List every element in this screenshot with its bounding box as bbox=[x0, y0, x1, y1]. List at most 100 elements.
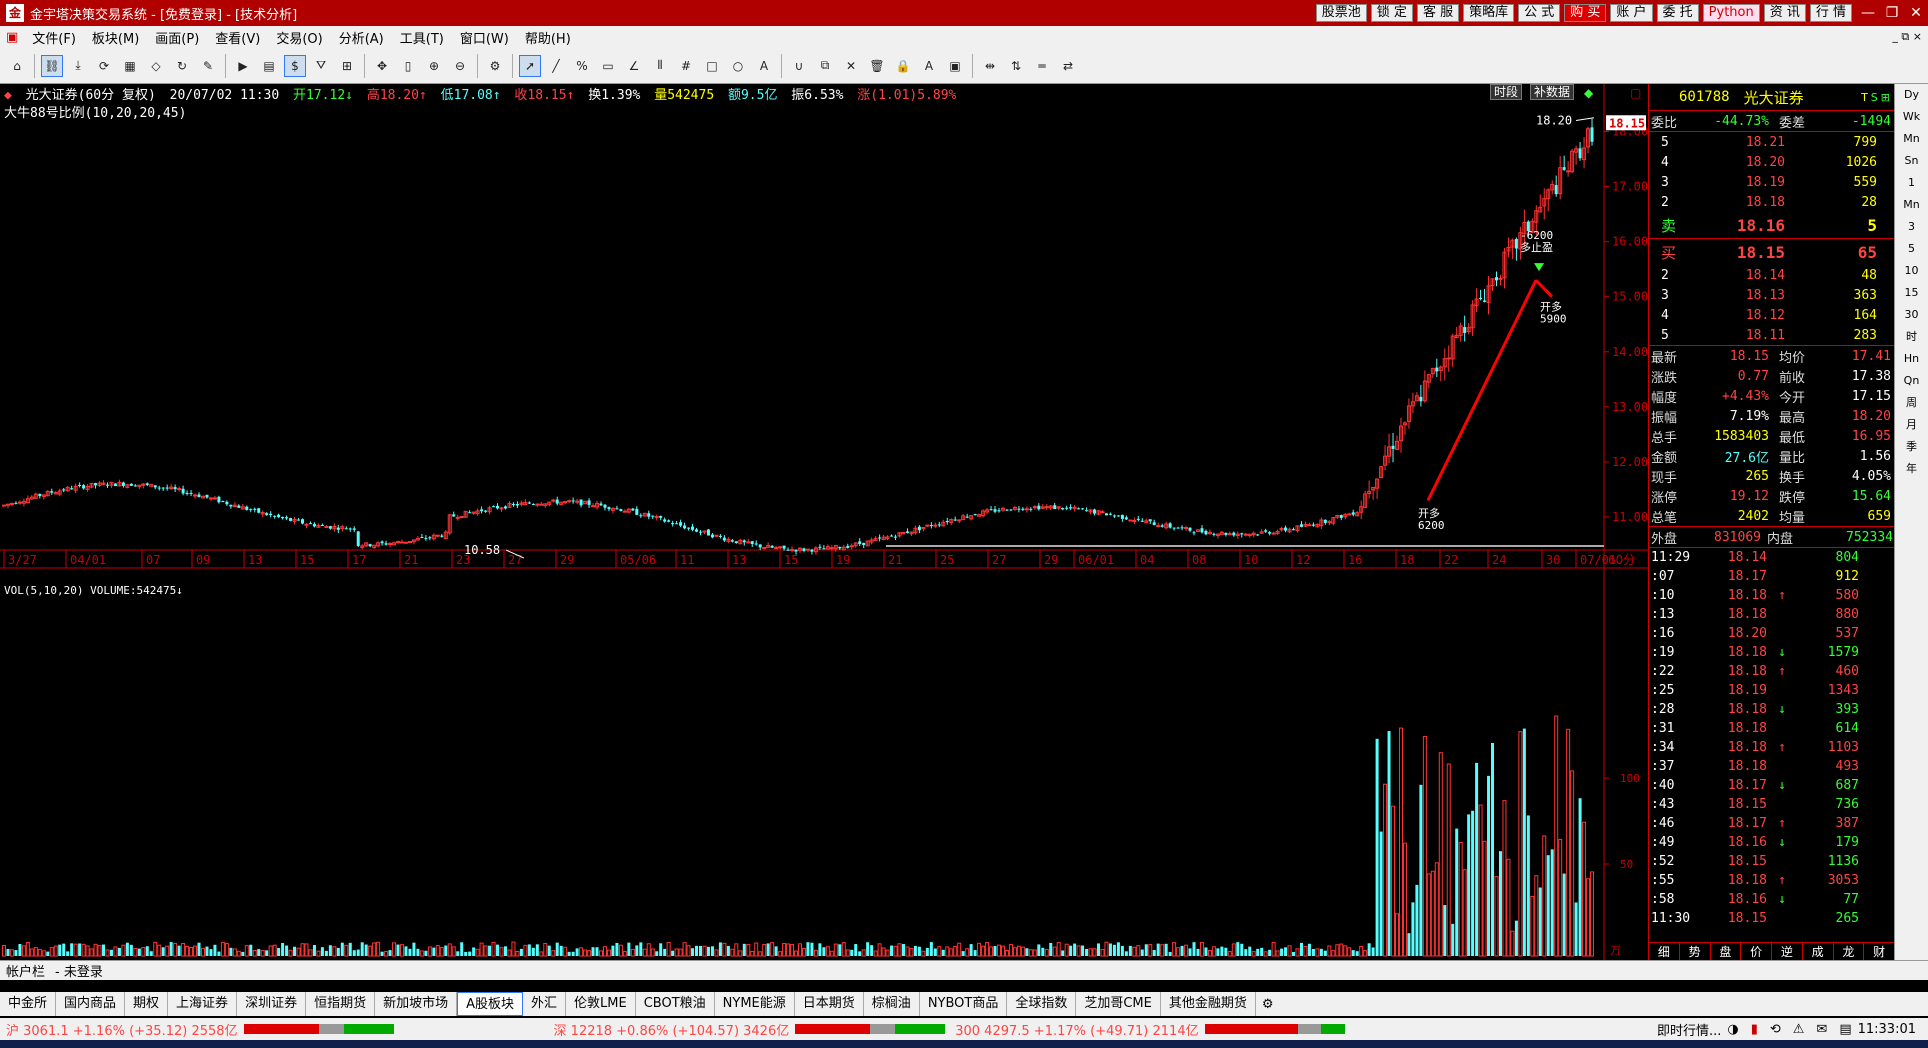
market-tab[interactable]: 棕榈油 bbox=[864, 992, 920, 1016]
period-button[interactable]: Hn bbox=[1895, 348, 1928, 370]
tick-row[interactable]: :10 18.18 ↑ 580 bbox=[1649, 586, 1894, 605]
menu-item[interactable]: 工具(T) bbox=[392, 28, 452, 47]
quote-tab[interactable]: 成 bbox=[1803, 943, 1834, 960]
title-button[interactable]: 委 托 bbox=[1656, 4, 1699, 22]
save-icon[interactable]: ▣ bbox=[944, 55, 966, 77]
menu-item[interactable]: 分析(A) bbox=[331, 28, 392, 47]
tick-row[interactable]: :37 18.18 493 bbox=[1649, 757, 1894, 776]
quote-tab[interactable]: 龙 bbox=[1834, 943, 1865, 960]
menu-item[interactable]: 查看(V) bbox=[207, 28, 268, 47]
download-icon[interactable]: ⤓ bbox=[67, 55, 89, 77]
market-tab[interactable]: NYME能源 bbox=[715, 992, 795, 1016]
market-tab[interactable]: NYBOT商品 bbox=[920, 992, 1008, 1016]
tick-row[interactable]: :52 18.15 1136 bbox=[1649, 852, 1894, 871]
period-button[interactable]: 年 bbox=[1895, 458, 1928, 480]
period-button[interactable]: 5 bbox=[1895, 238, 1928, 260]
link-icon[interactable]: ⛓ bbox=[41, 54, 63, 77]
market-tab[interactable]: 期权 bbox=[125, 992, 169, 1016]
title-button[interactable]: 购 买 bbox=[1564, 4, 1607, 22]
tick-row[interactable]: :28 18.18 ↓ 393 bbox=[1649, 700, 1894, 719]
copy-icon[interactable]: ⧉ bbox=[814, 55, 836, 77]
tick-row[interactable]: :46 18.17 ↑ 387 bbox=[1649, 814, 1894, 833]
market-tab[interactable]: 伦敦LME bbox=[566, 992, 636, 1016]
reverse-icon[interactable]: ⇄ bbox=[1057, 55, 1079, 77]
text-icon[interactable]: A bbox=[753, 55, 775, 77]
cursor-icon[interactable]: ➚ bbox=[519, 54, 541, 77]
title-button[interactable]: 行 情 bbox=[1809, 4, 1852, 22]
font-color-icon[interactable]: A bbox=[918, 55, 940, 77]
account-label[interactable]: 帐户栏 bbox=[6, 961, 45, 980]
tick-row[interactable]: :31 18.18 614 bbox=[1649, 719, 1894, 738]
level-icon[interactable]: ═ bbox=[1031, 55, 1053, 77]
tick-row[interactable]: :40 18.17 ↓ 687 bbox=[1649, 776, 1894, 795]
period-button[interactable]: 季 bbox=[1895, 436, 1928, 458]
period-button[interactable]: 月 bbox=[1895, 414, 1928, 436]
ruler-tool-icon[interactable]: ▭ bbox=[597, 55, 619, 77]
sh-index[interactable]: 沪 3061.1 +1.16% (+35.12) 2558亿 bbox=[0, 1020, 394, 1039]
minimize-button[interactable]: — bbox=[1856, 5, 1880, 21]
market-tab[interactable]: 中金所 bbox=[0, 992, 57, 1016]
period-button[interactable]: 15 bbox=[1895, 282, 1928, 304]
tick-row[interactable]: :19 18.18 ↓ 1579 bbox=[1649, 643, 1894, 662]
tick-row[interactable]: :58 18.16 ↓ 77 bbox=[1649, 890, 1894, 909]
menu-item[interactable]: 交易(O) bbox=[268, 28, 330, 47]
dollar-icon[interactable]: $ bbox=[284, 54, 306, 77]
tick-row[interactable]: :55 18.18 ↑ 3053 bbox=[1649, 871, 1894, 890]
ruler-icon[interactable]: ▯ bbox=[397, 55, 419, 77]
market-tab[interactable]: 全球指数 bbox=[1007, 992, 1077, 1016]
quote-tab[interactable]: 价 bbox=[1741, 943, 1772, 960]
tick-row[interactable]: :22 18.18 ↑ 460 bbox=[1649, 662, 1894, 681]
status-icon-5[interactable]: ✉ bbox=[1816, 1022, 1827, 1037]
period-button[interactable]: 30 bbox=[1895, 304, 1928, 326]
lock-icon[interactable]: 🔒 bbox=[892, 55, 914, 77]
document-icon[interactable]: ▤ bbox=[258, 55, 280, 77]
kline-chart[interactable]: 18.0017.0016.0015.0014.0013.0012.0011.00… bbox=[0, 84, 1648, 960]
mdi-window-controls[interactable]: _ ⧉ × bbox=[1892, 30, 1928, 44]
period-button[interactable]: 1 bbox=[1895, 172, 1928, 194]
period-button[interactable]: Qn bbox=[1895, 370, 1928, 392]
period-button[interactable]: Mn bbox=[1895, 128, 1928, 150]
market-tab[interactable]: 国内商品 bbox=[56, 992, 126, 1016]
quote-tab[interactable]: 势 bbox=[1680, 943, 1711, 960]
menu-item[interactable]: 画面(P) bbox=[147, 28, 207, 47]
quote-tab[interactable]: 逆 bbox=[1772, 943, 1803, 960]
home-icon[interactable]: ⌂ bbox=[6, 55, 28, 77]
menu-item[interactable]: 文件(F) bbox=[24, 28, 84, 47]
vert-flip-icon[interactable]: ⇅ bbox=[1005, 55, 1027, 77]
circle-icon[interactable]: ○ bbox=[727, 55, 749, 77]
alert-icon[interactable]: ⚠ bbox=[1793, 1022, 1805, 1037]
title-button[interactable]: 锁 定 bbox=[1370, 4, 1413, 22]
tick-row[interactable]: 11:29 18.14 804 bbox=[1649, 548, 1894, 567]
title-button[interactable]: 公 式 bbox=[1518, 4, 1561, 22]
period-button[interactable]: 时 bbox=[1895, 326, 1928, 348]
status-icon-2[interactable]: ▮ bbox=[1751, 1022, 1758, 1037]
sz-index[interactable]: 深 12218 +0.86% (+104.57) 3426亿 bbox=[554, 1020, 946, 1039]
zoom-in-icon[interactable]: ⊕ bbox=[423, 55, 445, 77]
tick-row[interactable]: :49 18.16 ↓ 179 bbox=[1649, 833, 1894, 852]
percent-icon[interactable]: % bbox=[571, 55, 593, 77]
edit-icon[interactable]: ✎ bbox=[197, 55, 219, 77]
tick-row[interactable]: :25 18.19 1343 bbox=[1649, 681, 1894, 700]
magnet-icon[interactable]: ∪ bbox=[788, 55, 810, 77]
status-icon-3[interactable]: ⟲ bbox=[1770, 1022, 1781, 1037]
realtime-status[interactable]: 即时行情... bbox=[1657, 1020, 1721, 1039]
market-tab[interactable]: 新加坡市场 bbox=[375, 992, 458, 1016]
tick-row[interactable]: :07 18.17 912 bbox=[1649, 567, 1894, 586]
table-icon[interactable]: ⊞ bbox=[336, 55, 358, 77]
market-tab[interactable]: 深圳证券 bbox=[237, 992, 307, 1016]
period-button[interactable]: Dy bbox=[1895, 84, 1928, 106]
title-button[interactable]: 股票池 bbox=[1315, 4, 1367, 22]
sync-icon[interactable]: ⟳ bbox=[93, 55, 115, 77]
refresh-icon[interactable]: ↻ bbox=[171, 55, 193, 77]
hs300-index[interactable]: 300 4297.5 +1.17% (+49.71) 2114亿 bbox=[955, 1020, 1345, 1039]
filter-icon[interactable]: ⛛ bbox=[310, 55, 332, 77]
grid-icon[interactable]: ▦ bbox=[119, 55, 141, 77]
hor-flip-icon[interactable]: ⇹ bbox=[979, 55, 1001, 77]
market-tab[interactable]: CBOT粮油 bbox=[636, 992, 715, 1016]
zoom-out-icon[interactable]: ⊖ bbox=[449, 55, 471, 77]
status-icon-1[interactable]: ◑ bbox=[1727, 1022, 1738, 1037]
line-icon[interactable]: ╱ bbox=[545, 55, 567, 77]
market-tab[interactable]: 其他金融期货 bbox=[1161, 992, 1256, 1016]
period-button[interactable]: Wk bbox=[1895, 106, 1928, 128]
tick-row[interactable]: :16 18.20 537 bbox=[1649, 624, 1894, 643]
